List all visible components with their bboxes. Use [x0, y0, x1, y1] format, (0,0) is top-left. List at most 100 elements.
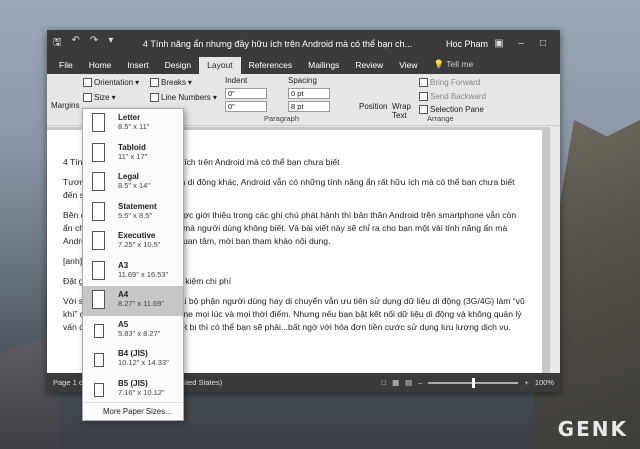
watermark: GENK — [557, 417, 628, 441]
page-size-icon — [92, 231, 105, 250]
paper-size-dimensions: 11" x 17" — [118, 151, 148, 161]
paper-size-name: A5 — [118, 319, 129, 329]
paper-size-dimensions: 5.5" x 8.5" — [118, 210, 153, 220]
paper-size-name: Statement — [118, 201, 157, 211]
paper-size-item[interactable]: A3 11.69" x 16.53" — [83, 257, 183, 287]
wrap-text-button[interactable]: Wrap Text — [392, 102, 414, 120]
tell-me-search[interactable]: 💡 Tell me — [425, 56, 481, 74]
paper-size-name: Letter — [118, 113, 141, 122]
paper-size-item[interactable]: A5 5.83" x 8.27" — [83, 316, 183, 346]
paper-size-item[interactable]: A4 8.27" x 11.69" — [83, 286, 183, 316]
size-icon — [83, 93, 92, 102]
paper-size-dimensions: 11.69" x 16.53" — [118, 269, 169, 279]
tab-file[interactable]: File — [51, 57, 81, 74]
quick-access-toolbar: 🖫 ↶ ↷ ▾ — [53, 35, 143, 52]
paper-size-name: A3 — [118, 260, 129, 270]
send-backward-icon — [419, 92, 428, 101]
indent-label: Indent — [225, 76, 248, 85]
paper-size-item[interactable]: Tabloid 11" x 17" — [83, 139, 183, 169]
selection-pane-icon — [419, 105, 428, 114]
tab-insert[interactable]: Insert — [119, 57, 156, 74]
zoom-slider[interactable] — [428, 377, 519, 388]
save-icon[interactable]: 🖫 — [53, 35, 62, 52]
tab-references[interactable]: References — [241, 57, 300, 74]
spacing-after-field[interactable]: 8 pt — [288, 101, 330, 112]
ribbon-options-icon[interactable]: ▣ — [488, 38, 510, 49]
page-size-icon — [94, 323, 104, 338]
web-layout-icon[interactable]: ▤ — [405, 378, 412, 387]
indent-left-field[interactable]: 0" — [225, 88, 267, 99]
paper-size-name: Executive — [118, 231, 156, 240]
minimize-icon[interactable]: – — [510, 38, 532, 49]
more-paper-sizes[interactable]: More Paper Sizes... — [83, 402, 183, 420]
zoom-in-icon[interactable]: + — [524, 378, 528, 387]
title-bar: 🖫 ↶ ↷ ▾ 4 Tính năng ẩn nhưng đầy hữu ích… — [47, 30, 560, 57]
page-size-icon — [94, 353, 104, 367]
paper-size-name: Legal — [118, 172, 139, 181]
page-size-icon — [92, 201, 105, 221]
position-button[interactable]: Position — [359, 102, 387, 111]
paper-size-dimensions: 7.16" x 10.12" — [118, 387, 165, 397]
customize-icon[interactable]: ▾ — [108, 35, 113, 52]
paper-size-name: B4 (JIS) — [118, 349, 148, 358]
zoom-level[interactable]: 100% — [535, 378, 554, 387]
paper-size-dimensions: 8.5" x 11" — [118, 122, 150, 131]
paper-size-name: B5 (JIS) — [118, 378, 148, 388]
print-layout-icon[interactable]: ▦ — [392, 378, 399, 387]
vertical-scrollbar[interactable] — [550, 127, 560, 373]
bring-forward-icon — [419, 78, 428, 87]
page-size-icon — [92, 260, 105, 280]
read-mode-icon[interactable]: □ — [382, 378, 387, 387]
paper-size-item[interactable]: Legal 8.5" x 14" — [83, 168, 183, 198]
paper-size-item[interactable]: Statement 5.5" x 8.5" — [83, 198, 183, 228]
line-numbers-button[interactable]: Line Numbers ▾ — [150, 93, 217, 102]
paper-size-dimensions: 8.27" x 11.69" — [118, 299, 165, 308]
paper-size-name: A4 — [118, 290, 129, 299]
paper-size-dimensions: 5.83" x 8.27" — [118, 328, 161, 338]
zoom-out-icon[interactable]: – — [418, 378, 422, 387]
margins-button[interactable]: Margins — [51, 101, 79, 110]
breaks-icon — [150, 78, 159, 87]
tab-home[interactable]: Home — [81, 57, 120, 74]
tab-review[interactable]: Review — [347, 57, 391, 74]
undo-icon[interactable]: ↶ — [72, 35, 80, 52]
language-status[interactable]: nited States) — [180, 378, 222, 387]
orientation-icon — [83, 78, 92, 87]
spacing-before-field[interactable]: 0 pt — [288, 88, 330, 99]
page-size-icon — [92, 142, 105, 162]
orientation-button[interactable]: Orientation ▾ — [83, 78, 139, 87]
line-numbers-icon — [150, 93, 159, 102]
paper-size-item[interactable]: Letter 8.5" x 11" — [83, 109, 183, 139]
send-backward-button[interactable]: Send Backward — [419, 92, 486, 101]
page-size-icon — [92, 113, 105, 132]
page-count[interactable]: Page 1 of — [53, 378, 85, 387]
window-title: 4 Tính năng ẩn nhưng đầy hữu ích trên An… — [143, 38, 413, 49]
tab-mailings[interactable]: Mailings — [300, 57, 347, 74]
selection-pane-button[interactable]: Selection Pane — [419, 105, 484, 114]
tab-view[interactable]: View — [391, 57, 425, 74]
paper-size-name: Tabloid — [118, 142, 146, 152]
page-size-icon — [92, 290, 105, 309]
paragraph-group-label: Paragraph — [264, 114, 300, 123]
ribbon-tabs: File Home Insert Design Layout References Mail… — [47, 57, 560, 74]
tab-design[interactable]: Design — [157, 57, 199, 74]
paper-size-dimensions: 8.5" x 14" — [118, 181, 151, 190]
page-size-icon — [92, 172, 105, 191]
size-button[interactable]: Size ▾ — [83, 93, 116, 102]
paper-size-item[interactable]: Executive 7.25" x 10.5" — [83, 227, 183, 257]
paper-size-item[interactable]: B5 (JIS) 7.16" x 10.12" — [83, 375, 183, 405]
redo-icon[interactable]: ↷ — [90, 35, 98, 52]
paper-size-dimensions: 7.25" x 10.5" — [118, 240, 161, 249]
bring-forward-button[interactable]: Bring Forward — [419, 78, 480, 87]
user-name[interactable]: Hoc Pham — [446, 39, 488, 49]
paper-size-item[interactable]: B4 (JIS) 10.12" x 14.33" — [83, 345, 183, 375]
paper-size-dimensions: 10.12" x 14.33" — [118, 358, 169, 367]
breaks-button[interactable]: Breaks ▾ — [150, 78, 192, 87]
indent-right-field[interactable]: 0" — [225, 101, 267, 112]
maximize-icon[interactable]: □ — [532, 38, 554, 49]
tab-layout[interactable]: Layout — [199, 57, 241, 74]
page-size-icon — [94, 382, 104, 397]
zoom-controls: □ ▦ ▤ – + 100% — [382, 377, 554, 388]
paper-size-menu: Letter 8.5" x 11" Tabloid 11" x 17" Legal 8.5… — [82, 108, 184, 421]
arrange-group-label: Arrange — [427, 114, 454, 123]
